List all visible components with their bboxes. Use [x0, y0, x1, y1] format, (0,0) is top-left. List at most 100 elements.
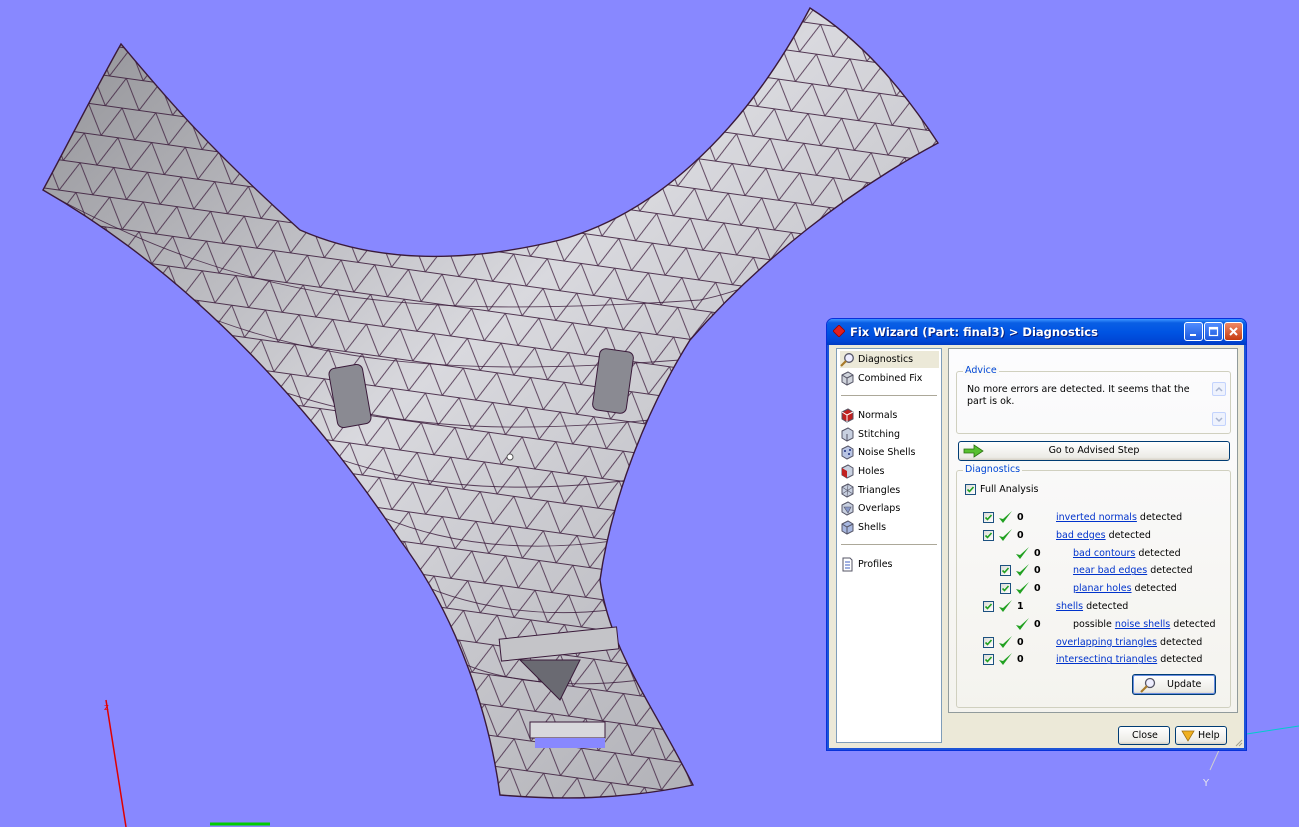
nav-item-combined-fix[interactable]: Combined Fix [840, 370, 939, 387]
diagnostic-checkbox[interactable] [983, 512, 994, 523]
diagnostic-checkbox[interactable] [1000, 565, 1011, 577]
help-label: Help [1198, 730, 1220, 741]
maximize-button[interactable] [1204, 322, 1223, 341]
diagnostic-suffix: detected [1157, 636, 1203, 648]
diagnostic-link[interactable]: inverted normals [1056, 512, 1137, 523]
nav-separator [841, 544, 937, 545]
checkmark-icon [1001, 567, 1010, 575]
nav-item-stitching[interactable]: Stitching [840, 426, 939, 443]
diagnostic-row: 0 bad contours detected [957, 546, 1227, 562]
diagnostic-link[interactable]: planar holes [1073, 583, 1132, 594]
diagnostic-count: 0 [1034, 618, 1041, 630]
title-bar[interactable]: Fix Wizard (Part: final3) > Diagnostics [827, 319, 1246, 345]
advice-title: Advice [963, 365, 999, 376]
diagnostic-text: shells detected [1056, 601, 1128, 612]
diagnostic-link[interactable]: shells [1056, 601, 1083, 612]
diagnostic-link[interactable]: near bad edges [1073, 565, 1147, 576]
nav-item-normals[interactable]: Normals [840, 407, 939, 424]
diagnostic-suffix: detected [1131, 583, 1177, 595]
diagnostic-checkbox[interactable] [983, 529, 994, 541]
close-window-button[interactable] [1224, 322, 1243, 341]
full-analysis-checkbox[interactable] [965, 484, 976, 495]
diagnostic-row: 0 bad edges detected [957, 528, 1227, 544]
help-button[interactable]: Help [1175, 726, 1227, 745]
diagnostic-row: 0 inverted normals detected [957, 510, 1227, 526]
green-check-icon [998, 528, 1013, 543]
diagnostics-panel: Advice No more errors are detected. It s… [948, 348, 1238, 713]
green-check-icon [998, 510, 1013, 525]
nav-label: Combined Fix [858, 373, 923, 384]
diagnostic-text: bad contours detected [1073, 548, 1181, 559]
document-icon [842, 557, 853, 572]
checkmark-icon [984, 656, 993, 664]
advice-scrollbar[interactable] [1212, 382, 1226, 426]
axis-label-z: z [104, 703, 109, 713]
diagnostic-link[interactable]: overlapping triangles [1056, 637, 1157, 648]
diagnostic-link[interactable]: bad contours [1073, 548, 1135, 559]
full-analysis-label: Full Analysis [980, 484, 1039, 495]
diagnostic-checkbox[interactable] [983, 636, 994, 648]
green-check-icon [1015, 563, 1030, 578]
green-check-icon [998, 635, 1013, 650]
diagnostic-row: 0 planar holes detected [957, 581, 1227, 597]
nav-item-noise-shells[interactable]: Noise Shells [840, 444, 939, 461]
nav-item-shells[interactable]: Shells [840, 519, 939, 536]
holes-icon [841, 464, 854, 479]
diagnostics-title: Diagnostics [963, 464, 1023, 475]
help-icon [1181, 730, 1195, 742]
green-check-icon [1015, 581, 1030, 596]
diagnostic-checkbox[interactable] [983, 654, 994, 666]
nav-item-overlaps[interactable]: Overlaps [840, 500, 939, 517]
diagnostic-count: 0 [1017, 512, 1024, 523]
axis-label-y: Y [1202, 778, 1210, 789]
diagnostic-count: 0 [1017, 654, 1024, 666]
diagnostic-text: planar holes detected [1073, 583, 1177, 594]
diagnostic-count: 0 [1034, 547, 1041, 559]
diagnostic-link[interactable]: bad edges [1056, 530, 1106, 541]
diagnostic-text: near bad edges detected [1073, 565, 1193, 576]
scroll-up-arrow[interactable] [1212, 382, 1226, 396]
resize-grip-icon[interactable] [1233, 737, 1243, 747]
chevron-up-icon [1215, 386, 1223, 392]
nav-label: Shells [858, 522, 887, 533]
diagnostic-count: 1 [1017, 601, 1024, 612]
diagnostic-suffix: detected [1083, 601, 1129, 612]
fix-wizard-icon [833, 325, 845, 337]
checkmark-icon [984, 603, 993, 610]
nav-label: Holes [858, 466, 885, 477]
green-check-icon [1015, 546, 1030, 561]
nav-item-holes[interactable]: Holes [840, 463, 939, 480]
nav-item-profiles[interactable]: Profiles [840, 556, 939, 573]
diagnostic-link[interactable]: intersecting triangles [1056, 654, 1157, 665]
checkmark-icon [966, 486, 975, 493]
checkmark-icon [984, 514, 993, 521]
nav-separator [841, 395, 937, 396]
diagnostic-text: inverted normals detected [1056, 512, 1182, 523]
checkmark-icon [1001, 585, 1010, 592]
minimize-button[interactable] [1184, 322, 1203, 341]
nav-label: Diagnostics [858, 354, 914, 365]
maximize-icon [1208, 326, 1219, 337]
slot-hole [529, 721, 606, 748]
nav-label: Normals [858, 410, 898, 421]
green-check-icon [998, 652, 1013, 667]
nav-item-triangles[interactable]: Triangles [840, 482, 939, 499]
diagnostic-text: possible noise shells detected [1073, 619, 1216, 630]
diagnostic-link[interactable]: noise shells [1115, 619, 1170, 630]
chevron-down-icon [1215, 417, 1223, 423]
diagnostic-checkbox[interactable] [1000, 583, 1011, 595]
nav-label: Noise Shells [858, 447, 916, 458]
diagnostic-row: 1 shells detected [957, 599, 1227, 615]
scroll-down-arrow[interactable] [1212, 412, 1226, 426]
diagnostic-count: 0 [1034, 565, 1041, 577]
go-button-label: Go to Advised Step [1048, 445, 1140, 456]
close-button[interactable]: Close [1118, 726, 1170, 745]
magnifier-icon [1140, 677, 1156, 693]
go-to-advised-step-button[interactable]: Go to Advised Step [958, 441, 1230, 461]
nav-item-diagnostics[interactable]: Diagnostics [840, 351, 939, 368]
diagnostic-suffix: detected [1147, 565, 1193, 577]
update-button[interactable]: Update [1132, 674, 1216, 695]
diagnostic-row: 0 near bad edges detected [957, 563, 1227, 579]
green-check-icon [998, 599, 1013, 614]
diagnostic-checkbox[interactable] [983, 601, 994, 612]
